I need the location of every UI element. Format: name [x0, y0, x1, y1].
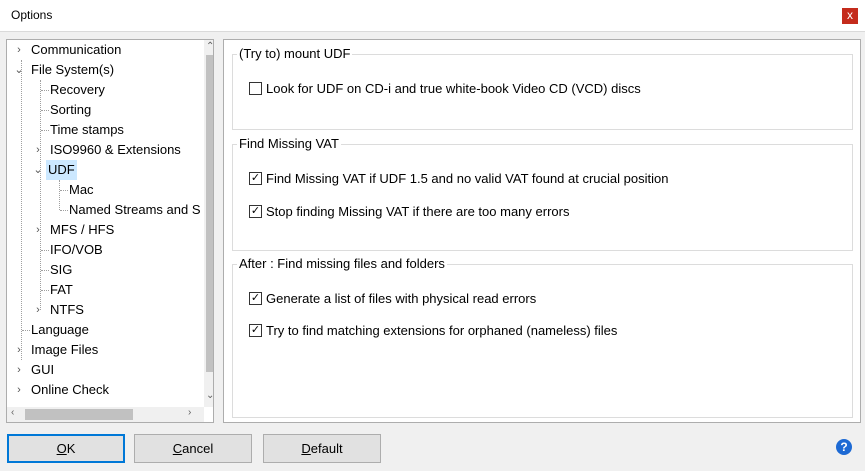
tree-line [59, 180, 60, 210]
checkbox-option[interactable]: ✓ Try to find matching extensions for orp… [249, 322, 617, 340]
options-tree[interactable]: › ⌄ › ⌄ › › › › › Communication File Sys… [6, 39, 214, 423]
tree-item-communication[interactable]: Communication [31, 40, 121, 60]
scroll-left-icon[interactable]: ‹ [11, 407, 14, 418]
vertical-scroll-thumb[interactable] [206, 55, 213, 372]
checkbox-option[interactable]: ✓ Find Missing VAT if UDF 1.5 and no vali… [249, 170, 668, 188]
default-mnemonic: D [301, 441, 311, 456]
tree-line [22, 330, 30, 331]
cancel-mnemonic: C [172, 441, 183, 456]
tree-item-mac[interactable]: Mac [69, 180, 94, 200]
tree-item-time-stamps[interactable]: Time stamps [50, 120, 124, 140]
chevron-down-icon[interactable]: ⌄ [14, 60, 24, 80]
checkbox-option[interactable]: ✓ Generate a list of files with physical … [249, 290, 536, 308]
checkbox[interactable]: ✓ [249, 324, 262, 338]
checkbox-label: Find Missing VAT if UDF 1.5 and no valid… [266, 171, 669, 186]
cancel-button[interactable]: Cancel [134, 434, 252, 463]
group-find-missing-vat: Find Missing VAT ✓ Find Missing VAT if UD… [232, 136, 853, 251]
chevron-right-icon[interactable]: › [33, 220, 43, 240]
chevron-right-icon[interactable]: › [14, 360, 24, 380]
tree-line [41, 270, 49, 271]
scroll-up-icon[interactable]: ⌃ [206, 41, 213, 52]
tree-item-mfs-hfs[interactable]: MFS / HFS [50, 220, 114, 240]
tree-line [21, 60, 22, 360]
tree-item-sig[interactable]: SIG [50, 260, 72, 280]
group-after-find-missing: After : Find missing files and folders ✓… [232, 256, 853, 418]
chevron-right-icon[interactable]: › [14, 40, 24, 60]
ok-mnemonic: O [56, 441, 67, 456]
tree-item-online-check[interactable]: Online Check [31, 380, 109, 400]
tree-line [60, 190, 68, 191]
tree-item-iso9960[interactable]: ISO9960 & Extensions [50, 140, 181, 160]
checkbox[interactable] [249, 82, 262, 96]
group-title: After : Find missing files and folders [237, 256, 447, 271]
tree-horizontal-scrollbar[interactable]: ‹ › [7, 407, 204, 422]
ok-button[interactable]: OK [7, 434, 125, 463]
checkbox-label: Generate a list of files with physical r… [266, 291, 537, 306]
tree-line [41, 110, 49, 111]
cancel-rest: ancel [182, 441, 214, 456]
ok-rest: K [66, 441, 76, 456]
tree-item-fat[interactable]: FAT [50, 280, 73, 300]
checkbox[interactable]: ✓ [249, 172, 262, 186]
tree-line [41, 90, 49, 91]
checkbox-option[interactable]: Look for UDF on CD-i and true white-book… [249, 80, 641, 98]
tree-item-ifo-vob[interactable]: IFO/VOB [50, 240, 103, 260]
tree-line [60, 210, 68, 211]
tree-item-udf[interactable]: UDF [46, 160, 77, 180]
group-mount-udf: (Try to) mount UDF Look for UDF on CD-i … [232, 46, 853, 130]
scroll-down-icon[interactable]: ⌄ [206, 390, 213, 401]
default-button[interactable]: Default [263, 434, 381, 463]
window-title: Options [11, 8, 53, 22]
tree-item-file-systems[interactable]: File System(s) [31, 60, 114, 80]
group-title: (Try to) mount UDF [237, 46, 353, 61]
tree-item-language[interactable]: Language [31, 320, 89, 340]
tree-vertical-scrollbar[interactable]: ⌃ ⌄ [204, 40, 213, 407]
tree-item-gui[interactable]: GUI [31, 360, 54, 380]
tree-item-ntfs[interactable]: NTFS [50, 300, 84, 320]
scroll-right-icon[interactable]: › [188, 407, 191, 418]
checkbox-option[interactable]: ✓ Stop finding Missing VAT if there are t… [249, 203, 569, 221]
chevron-right-icon[interactable]: › [14, 380, 24, 400]
checkbox[interactable]: ✓ [249, 292, 262, 306]
checkbox-label: Look for UDF on CD-i and true white-book… [266, 81, 641, 96]
chevron-right-icon[interactable]: › [33, 300, 43, 320]
tree-line [41, 130, 49, 131]
tree-line [40, 80, 41, 310]
tree-item-recovery[interactable]: Recovery [50, 80, 105, 100]
tree-item-sorting[interactable]: Sorting [50, 100, 91, 120]
default-rest: efault [310, 441, 343, 456]
tree-line [41, 250, 49, 251]
tree-line [41, 290, 49, 291]
title-bar: Options x [0, 0, 865, 32]
tree-item-named-streams[interactable]: Named Streams and S [69, 200, 201, 220]
checkbox[interactable]: ✓ [249, 205, 262, 219]
chevron-right-icon[interactable]: › [14, 340, 24, 360]
chevron-right-icon[interactable]: › [33, 140, 43, 160]
horizontal-scroll-thumb[interactable] [25, 409, 133, 420]
settings-panel: (Try to) mount UDF Look for UDF on CD-i … [223, 39, 861, 423]
close-button[interactable]: x [842, 8, 858, 24]
group-title: Find Missing VAT [237, 136, 341, 151]
help-icon[interactable]: ? [836, 439, 852, 455]
tree-item-image-files[interactable]: Image Files [31, 340, 98, 360]
checkbox-label: Stop finding Missing VAT if there are to… [266, 204, 570, 219]
checkbox-label: Try to find matching extensions for orph… [266, 323, 618, 338]
chevron-down-icon[interactable]: ⌄ [33, 160, 43, 180]
